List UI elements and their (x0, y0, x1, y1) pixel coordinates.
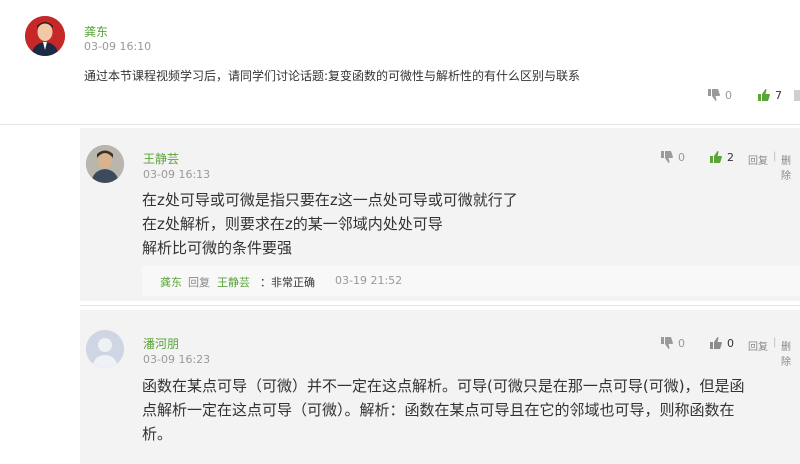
post-dislike-button[interactable]: 0 (707, 88, 732, 102)
reply-author-avatar[interactable] (86, 330, 124, 368)
link-separator: | (773, 337, 777, 348)
reply-author-name[interactable]: 潘河朋 (143, 335, 179, 352)
reply-like-button[interactable]: 0 (709, 336, 734, 350)
post-body-text: 通过本节课程视频学习后，请同学们讨论话题:复变函数的可微性与解析性的有什么区别与… (84, 69, 581, 83)
post-timestamp: 03-09 16:10 (84, 40, 152, 53)
reply-body-line: 解析比可微的条件要强 (142, 239, 293, 257)
thumb-up-icon (709, 336, 723, 350)
reply-timestamp: 03-09 16:23 (143, 353, 211, 366)
reply-body-line: 函数在某点可导（可微）并不一定在这点解析。可导(可微只是在那一点可导(可微)，但… (142, 377, 745, 395)
sub-reply-author[interactable]: 龚东 (160, 274, 182, 290)
reply-like-count: 2 (727, 150, 734, 164)
reply-like-count: 0 (727, 336, 734, 350)
post-divider (0, 124, 800, 125)
reply-like-button[interactable]: 2 (709, 150, 734, 164)
post-author-name[interactable]: 龚东 (84, 23, 108, 40)
post-like-button[interactable]: 7 (757, 88, 782, 102)
link-separator: | (773, 151, 777, 162)
reply-body-line: 点解析一定在这点可导（可微）。解析：函数在某点可导且在它的邻域也可导，则称函数在 (142, 401, 735, 419)
post-more-icon[interactable] (794, 90, 800, 101)
thumb-down-icon (707, 88, 721, 102)
reply-author-name[interactable]: 王静芸 (143, 150, 179, 167)
reply-timestamp: 03-09 16:13 (143, 168, 211, 181)
sub-reply-verb: 回复 (188, 276, 210, 289)
reply-dislike-button[interactable]: 0 (660, 336, 685, 350)
post-dislike-count: 0 (725, 88, 732, 102)
post-author-avatar[interactable] (25, 16, 65, 56)
sub-reply-target[interactable]: 王静芸 (217, 274, 250, 290)
sub-reply-text: ：非常正确 (260, 276, 315, 289)
reply-dislike-count: 0 (678, 150, 685, 164)
thumb-up-icon (757, 88, 771, 102)
reply-button[interactable]: 回复 (748, 152, 768, 167)
sub-reply-timestamp: 03-19 21:52 (335, 274, 403, 287)
reply-card: 潘河朋 03-09 16:23 0 0 回复 | 删除 函数在某点可导（可微）并… (80, 310, 800, 464)
reply-divider (80, 305, 800, 306)
post-like-count: 7 (775, 88, 782, 102)
delete-button[interactable]: 删除 (781, 152, 800, 182)
reply-author-avatar[interactable] (86, 145, 124, 183)
sub-reply: 龚东 回复 王静芸 ：非常正确 03-19 21:52 (142, 266, 800, 296)
thumb-up-icon (709, 150, 723, 164)
delete-button[interactable]: 删除 (781, 338, 800, 368)
reply-card: 王静芸 03-09 16:13 0 2 回复 | 删除 在z处可导或可微是指只要… (80, 128, 800, 301)
reply-body-line: 在z处解析，则要求在z的某一邻域内处处可导 (142, 215, 443, 233)
reply-dislike-count: 0 (678, 336, 685, 350)
thumb-down-icon (660, 336, 674, 350)
reply-button[interactable]: 回复 (748, 338, 768, 353)
thumb-down-icon (660, 150, 674, 164)
reply-body-line: 在z处可导或可微是指只要在z这一点处可导或可微就行了 (142, 191, 518, 209)
reply-body-line: 析。 (142, 425, 173, 443)
post-card: 龚东 03-09 16:10 通过本节课程视频学习后，请同学们讨论话题:复变函数… (0, 0, 800, 124)
reply-dislike-button[interactable]: 0 (660, 150, 685, 164)
